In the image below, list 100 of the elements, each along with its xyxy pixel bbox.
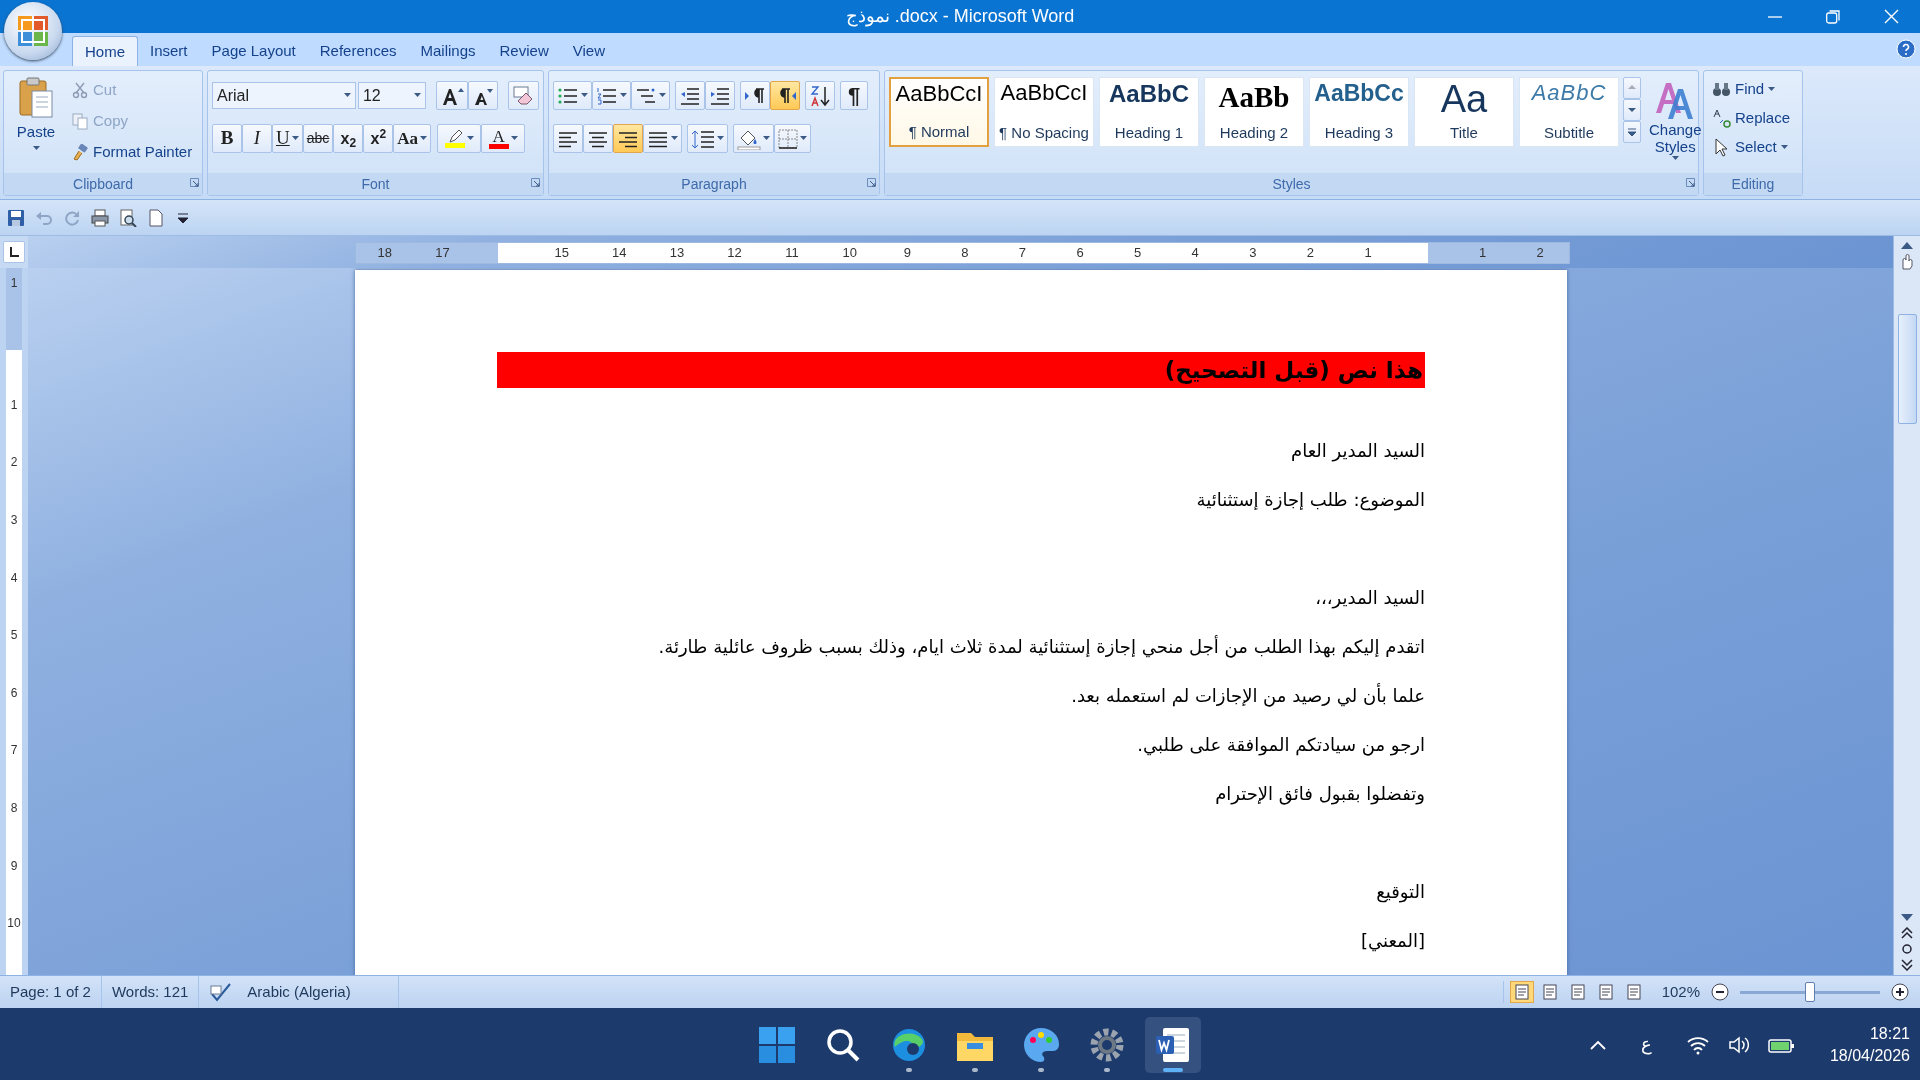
ruler-number: 3 bbox=[1248, 244, 1258, 262]
zoom-out-button[interactable] bbox=[1708, 981, 1732, 1003]
zoom-slider-thumb[interactable] bbox=[1805, 981, 1815, 1002]
align-button[interactable] bbox=[553, 124, 583, 153]
clipboard-button[interactable]: Format Painter bbox=[68, 137, 197, 167]
running-indicator bbox=[1163, 1067, 1183, 1072]
horizontal-ruler[interactable]: 18 17 15 14 13 12 11 10 9 8 7 6 5 4 3 2 1 1 2 bbox=[355, 242, 1570, 264]
align-button[interactable] bbox=[643, 124, 682, 153]
dialog-launcher-icon[interactable] bbox=[867, 178, 876, 187]
style-option[interactable]: AaBbCcI ¶ No Spacing bbox=[994, 77, 1094, 147]
dialog-launcher-icon[interactable] bbox=[190, 178, 199, 187]
numbering-button[interactable] bbox=[592, 81, 631, 110]
taskbar-app[interactable] bbox=[1145, 1016, 1201, 1073]
document-text: اتقدم إليكم بهذا الطلب من أجل منحي إجازة إستثنائية لمدة ثلاث ايام، وذلك بسبب ظروف عائلية طارئة. bbox=[657, 634, 1425, 660]
zoom-in-button[interactable] bbox=[1888, 981, 1912, 1003]
editing-button[interactable]: Replace bbox=[1708, 104, 1798, 133]
scroll-down-icon[interactable] bbox=[1900, 913, 1914, 923]
restore-icon bbox=[1826, 9, 1840, 24]
print-preview-button[interactable] bbox=[118, 207, 138, 228]
language-label[interactable]: Arabic (Algeria) bbox=[247, 980, 351, 1004]
new-document-button[interactable] bbox=[146, 207, 166, 228]
ribbon-tab[interactable]: Insert bbox=[138, 36, 200, 66]
page-count[interactable]: Page: 1 of 2 bbox=[10, 980, 91, 1004]
ribbon-tab[interactable]: View bbox=[560, 36, 617, 66]
dialog-launcher-icon[interactable] bbox=[531, 178, 540, 187]
clock-date[interactable]: 18/04/2026 bbox=[1829, 1044, 1910, 1067]
format-button[interactable]: x$^{2}$ bbox=[363, 124, 394, 153]
save-button[interactable] bbox=[6, 207, 26, 228]
multilevel-list-button[interactable] bbox=[631, 81, 670, 110]
format-button[interactable]: x$_{2}$ bbox=[333, 124, 364, 153]
change-styles-button[interactable]: Change Styles bbox=[1645, 75, 1706, 163]
font-color-button[interactable] bbox=[437, 124, 482, 153]
dialog-launcher-icon[interactable] bbox=[1686, 178, 1695, 187]
hand-icon[interactable] bbox=[1899, 254, 1915, 270]
more-styles-button[interactable] bbox=[1623, 121, 1641, 143]
bullets-button[interactable] bbox=[553, 81, 592, 110]
ruler-number: 8 bbox=[10, 799, 18, 817]
wifi-icon[interactable] bbox=[1685, 1034, 1710, 1055]
ruler-number: 9 bbox=[10, 857, 18, 875]
format-button[interactable]: Aa bbox=[393, 124, 432, 153]
help-icon[interactable] bbox=[1896, 39, 1916, 59]
scroll-down-button[interactable] bbox=[1623, 99, 1641, 121]
format-button[interactable]: abc bbox=[302, 124, 334, 153]
format-button[interactable]: U bbox=[272, 124, 303, 153]
align-button[interactable] bbox=[613, 124, 643, 153]
view-mode-button[interactable] bbox=[1509, 981, 1534, 1003]
previous-page-icon[interactable] bbox=[1901, 927, 1913, 939]
speaker-icon[interactable] bbox=[1727, 1034, 1750, 1055]
word-count[interactable]: Words: 121 bbox=[111, 980, 189, 1004]
input-language[interactable]: ع bbox=[1640, 1031, 1652, 1058]
dropdown-caret-icon bbox=[420, 136, 428, 141]
minus-icon bbox=[1711, 983, 1729, 1001]
ribbon-tab[interactable]: References bbox=[307, 36, 409, 66]
next-page-icon[interactable] bbox=[1901, 959, 1913, 971]
format-button[interactable]: I bbox=[242, 124, 272, 153]
grow-font-button[interactable] bbox=[436, 81, 469, 110]
proofing-check-icon[interactable] bbox=[209, 982, 234, 1002]
style-preview: AaBbC bbox=[1109, 80, 1189, 109]
clear-formatting-button[interactable] bbox=[508, 81, 539, 110]
borders-button[interactable] bbox=[774, 124, 811, 153]
dropdown-caret-icon bbox=[32, 145, 40, 151]
clock-time[interactable]: 18:21 bbox=[1869, 1022, 1910, 1045]
decrease-indent-button[interactable] bbox=[675, 81, 705, 110]
style-option[interactable]: Aa Title bbox=[1414, 77, 1514, 147]
right-to-left-button[interactable] bbox=[770, 81, 800, 110]
replace-icon bbox=[1712, 109, 1731, 128]
left-to-right-button[interactable] bbox=[740, 81, 770, 110]
tab-selector-button[interactable] bbox=[3, 241, 25, 263]
ribbon-tab[interactable]: Mailings bbox=[408, 36, 488, 66]
chevron-up-icon[interactable] bbox=[1588, 1038, 1607, 1051]
format-button[interactable]: B bbox=[212, 124, 242, 153]
office-button[interactable] bbox=[4, 2, 62, 60]
style-option[interactable]: AaBbCcI ¶ Normal bbox=[889, 77, 989, 147]
font-color-button[interactable]: A bbox=[481, 124, 526, 153]
scroll-up-icon[interactable] bbox=[1900, 240, 1914, 250]
editing-button[interactable]: Find bbox=[1708, 75, 1798, 104]
paste-button[interactable]: Paste bbox=[8, 75, 64, 173]
browse-object-icon[interactable] bbox=[1901, 943, 1913, 955]
editing-button[interactable]: Select bbox=[1708, 133, 1798, 162]
zoom-level[interactable]: 102% bbox=[1661, 980, 1700, 1004]
style-option[interactable]: AaBbCc Heading 3 bbox=[1309, 77, 1409, 147]
align-button[interactable] bbox=[583, 124, 613, 153]
ruler-number: 8 bbox=[960, 244, 970, 262]
increase-indent-button[interactable] bbox=[705, 81, 735, 110]
shading-button[interactable] bbox=[733, 124, 774, 153]
style-option[interactable]: AaBbC Subtitle bbox=[1519, 77, 1619, 147]
show-marks-button[interactable]: ¶ bbox=[840, 81, 868, 110]
style-option[interactable]: AaBb Heading 2 bbox=[1204, 77, 1304, 147]
print-button[interactable] bbox=[90, 207, 110, 228]
line-spacing-button[interactable] bbox=[687, 124, 728, 153]
ribbon-tab[interactable]: Home bbox=[72, 36, 138, 66]
style-option[interactable]: AaBbC Heading 1 bbox=[1099, 77, 1199, 147]
ribbon-tab[interactable]: Page Layout bbox=[199, 36, 308, 66]
font-name-field[interactable]: Arial bbox=[212, 82, 356, 109]
scrollbar-thumb[interactable] bbox=[1897, 314, 1917, 424]
font-size-field[interactable]: 12 bbox=[357, 82, 427, 109]
sort-button[interactable] bbox=[805, 81, 835, 110]
shrink-font-button[interactable] bbox=[468, 81, 499, 110]
style-name: Heading 2 bbox=[1219, 122, 1289, 143]
ribbon-tab[interactable]: Review bbox=[487, 36, 561, 66]
